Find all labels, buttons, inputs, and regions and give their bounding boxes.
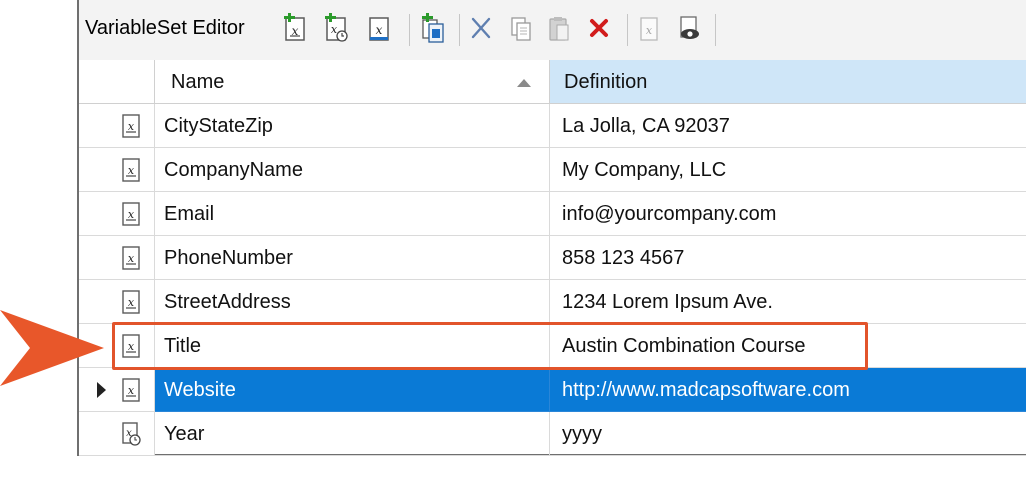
table-row[interactable]: x CompanyName My Company, LLC <box>79 148 1026 192</box>
cell-name[interactable]: StreetAddress <box>155 280 550 324</box>
cell-name[interactable]: Website <box>155 368 550 412</box>
row-header[interactable]: x <box>79 148 155 192</box>
column-header-definition-label: Definition <box>564 71 648 93</box>
variable-icon: x <box>122 114 140 138</box>
toolbar: VariableSet Editor x x x x <box>79 0 1026 61</box>
cell-definition[interactable]: yyyy <box>550 412 1026 456</box>
toolbar-separator <box>409 14 410 46</box>
column-header-definition[interactable]: Definition <box>550 60 1026 104</box>
svg-text:x: x <box>128 340 135 353</box>
table-row[interactable]: x Email info@yourcompany.com <box>79 192 1026 236</box>
cell-name-text: Email <box>164 203 215 225</box>
cell-definition-text: info@yourcompany.com <box>562 203 777 225</box>
add-date-variable-icon[interactable]: x <box>322 13 350 45</box>
cell-definition[interactable]: 1234 Lorem Ipsum Ave. <box>550 280 1026 324</box>
row-header[interactable]: x <box>79 412 155 456</box>
cell-definition[interactable]: La Jolla, CA 92037 <box>550 104 1026 148</box>
toolbar-separator <box>627 14 628 46</box>
toolbar-title: VariableSet Editor <box>85 17 245 39</box>
table-row[interactable]: x Year yyyy <box>79 412 1026 456</box>
svg-text:x: x <box>128 208 135 221</box>
row-header[interactable]: x <box>79 236 155 280</box>
table-row[interactable]: x StreetAddress 1234 Lorem Ipsum Ave. <box>79 280 1026 324</box>
cell-definition-text: My Company, LLC <box>562 159 727 181</box>
variable-icon: x <box>122 158 140 182</box>
cell-name-text: CompanyName <box>164 159 303 181</box>
edit-definition-icon[interactable]: x <box>635 13 663 45</box>
column-header-name-label: Name <box>171 71 225 93</box>
date-variable-icon: x <box>122 422 141 446</box>
cell-definition-text: http://www.madcapsoftware.com <box>562 379 850 401</box>
row-header[interactable]: x <box>79 192 155 236</box>
cell-definition-text: La Jolla, CA 92037 <box>562 115 730 137</box>
variable-icon: x <box>122 246 140 270</box>
delete-icon[interactable] <box>585 13 613 45</box>
svg-text:x: x <box>128 120 135 133</box>
table-row[interactable]: x CityStateZip La Jolla, CA 92037 <box>79 104 1026 148</box>
table-row[interactable]: x Title Austin Combination Course <box>79 324 1026 368</box>
copy-icon[interactable] <box>507 13 535 45</box>
table-row[interactable]: x Website http://www.madcapsoftware.com <box>79 368 1026 412</box>
svg-text:x: x <box>128 164 135 177</box>
cell-name[interactable]: CityStateZip <box>155 104 550 148</box>
add-variable-icon[interactable]: x <box>281 13 309 45</box>
cell-definition[interactable]: My Company, LLC <box>550 148 1026 192</box>
cell-name-text: StreetAddress <box>164 291 291 313</box>
variable-icon: x <box>122 334 140 358</box>
svg-text:x: x <box>128 252 135 265</box>
cut-icon[interactable] <box>467 13 495 45</box>
cell-name-text: PhoneNumber <box>164 247 293 269</box>
cell-definition[interactable]: Austin Combination Course <box>550 324 1026 368</box>
variable-icon: x <box>122 290 140 314</box>
cell-definition-text: 1234 Lorem Ipsum Ave. <box>562 291 773 313</box>
import-icon[interactable] <box>419 13 447 45</box>
svg-text:x: x <box>128 384 135 397</box>
cell-name-text: CityStateZip <box>164 115 273 137</box>
cell-name[interactable]: Title <box>155 324 550 368</box>
svg-text:x: x <box>376 23 383 37</box>
cell-name[interactable]: Year <box>155 412 550 456</box>
cell-definition-text: Austin Combination Course <box>562 335 806 357</box>
cell-name[interactable]: CompanyName <box>155 148 550 192</box>
cell-name-text: Website <box>164 379 236 401</box>
svg-text:x: x <box>646 24 653 37</box>
cell-definition-text: yyyy <box>562 423 602 445</box>
cell-definition-text: 858 123 4567 <box>562 247 685 269</box>
toolbar-separator <box>715 14 716 46</box>
row-header-corner <box>79 60 155 104</box>
variable-icon: x <box>122 202 140 226</box>
cell-definition[interactable]: 858 123 4567 <box>550 236 1026 280</box>
variable-icon: x <box>122 378 140 402</box>
variableset-editor-window: VariableSet Editor x x x x Name Definiti… <box>77 0 1026 456</box>
cell-name-text: Year <box>164 423 205 445</box>
paste-icon[interactable] <box>545 13 573 45</box>
table-row[interactable]: x PhoneNumber 858 123 4567 <box>79 236 1026 280</box>
toolbar-separator <box>459 14 460 46</box>
cell-definition[interactable]: http://www.madcapsoftware.com <box>550 368 1026 412</box>
cell-name-text: Title <box>164 335 202 357</box>
cell-definition[interactable]: info@yourcompany.com <box>550 192 1026 236</box>
svg-text:x: x <box>128 296 135 309</box>
edit-variable-icon[interactable]: x <box>365 13 393 45</box>
row-header[interactable]: x <box>79 104 155 148</box>
callout-arrow-icon <box>0 310 104 386</box>
cell-name[interactable]: PhoneNumber <box>155 236 550 280</box>
preview-icon[interactable] <box>675 13 703 45</box>
cell-name[interactable]: Email <box>155 192 550 236</box>
sort-ascending-icon <box>517 79 531 87</box>
column-header-name[interactable]: Name <box>155 60 550 104</box>
